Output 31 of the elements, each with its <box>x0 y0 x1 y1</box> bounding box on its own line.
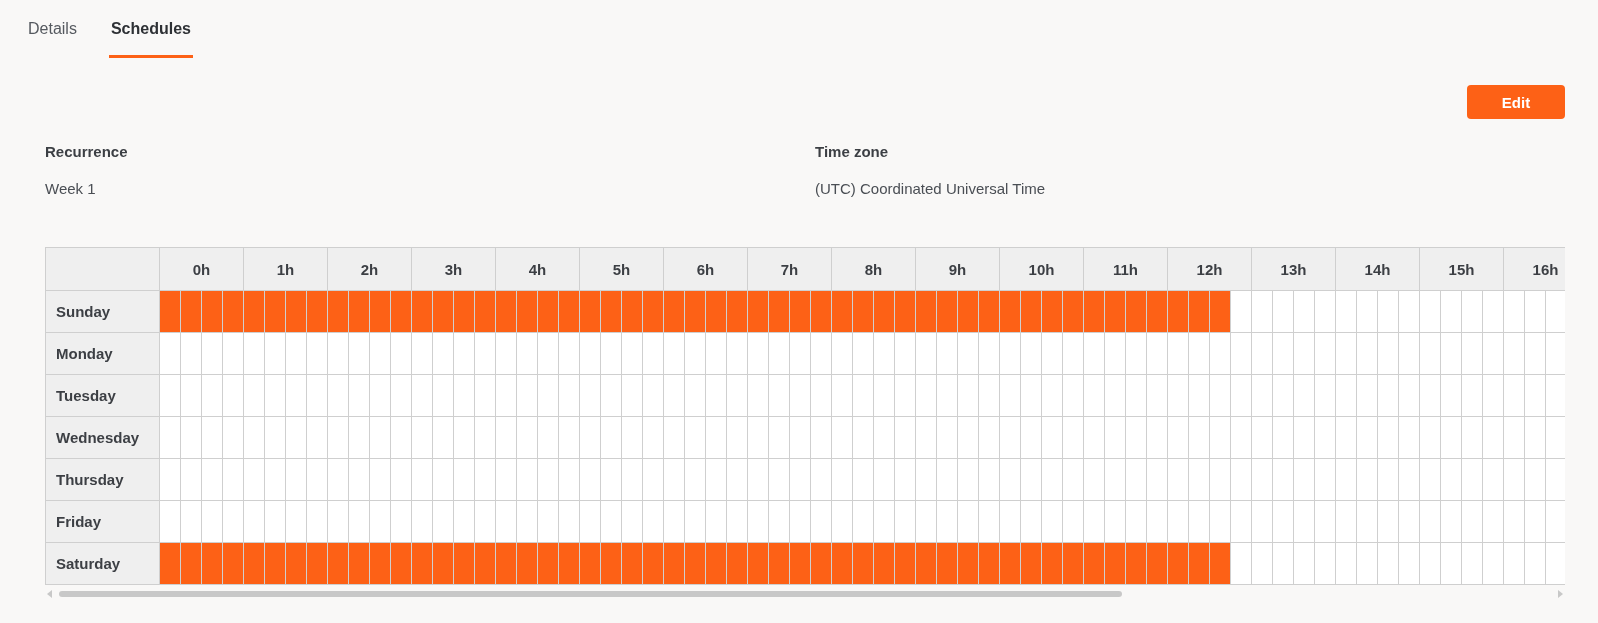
day-label: Friday <box>46 501 159 543</box>
day-label: Tuesday <box>46 375 159 417</box>
hour-header: 10h <box>1000 248 1084 291</box>
day-label: Wednesday <box>46 417 159 459</box>
tab[interactable]: Schedules <box>108 0 193 58</box>
tab[interactable]: Details <box>26 0 79 58</box>
hour-header: 3h <box>412 248 496 291</box>
day-label: Monday <box>46 333 159 375</box>
field-value: (UTC) Coordinated Universal Time <box>815 180 1047 197</box>
hour-header: 14h <box>1336 248 1420 291</box>
field-value: Week 1 <box>45 180 97 197</box>
day-label: Sunday <box>46 291 159 333</box>
horizontal-scrollbar[interactable] <box>45 588 1565 600</box>
field-label: Time zone <box>815 143 890 160</box>
hour-header: 12h <box>1168 248 1252 291</box>
hour-header: 11h <box>1084 248 1168 291</box>
hour-header: 4h <box>496 248 580 291</box>
day-label: Thursday <box>46 459 159 501</box>
hour-header: 16h <box>1504 248 1565 291</box>
hour-header: 5h <box>580 248 664 291</box>
hour-header: 9h <box>916 248 1000 291</box>
hour-header: 15h <box>1420 248 1504 291</box>
day-label: Saturday <box>46 543 159 585</box>
hour-header: 1h <box>244 248 328 291</box>
hour-header: 0h <box>160 248 244 291</box>
hour-header: 2h <box>328 248 412 291</box>
hour-header: 8h <box>832 248 916 291</box>
hour-header: 13h <box>1252 248 1336 291</box>
hour-header: 7h <box>748 248 832 291</box>
hour-header: 6h <box>664 248 748 291</box>
field-label: Recurrence <box>45 143 129 160</box>
